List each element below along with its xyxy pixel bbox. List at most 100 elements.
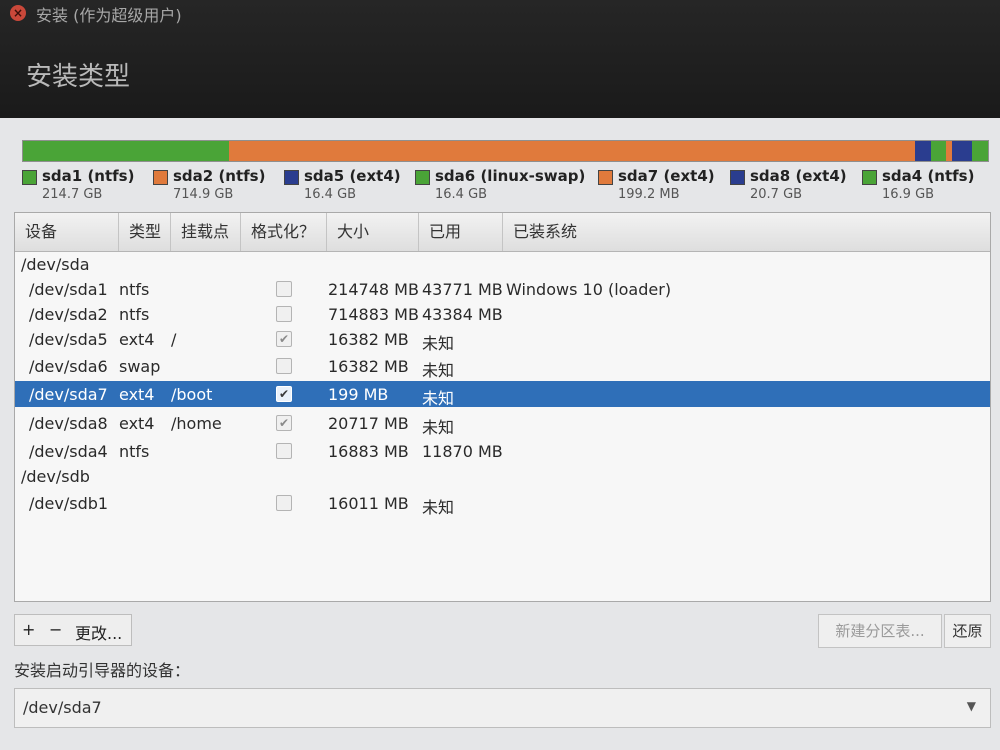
row-size: 16382 MB <box>328 330 409 349</box>
row-used: 43771 MB <box>422 280 503 299</box>
row-used: 43384 MB <box>422 305 503 324</box>
legend-swatch <box>22 170 37 185</box>
usage-segment-sda4 <box>971 141 988 161</box>
legend-swatch <box>153 170 168 185</box>
window-titlebar: × 安装 (作为超级用户) 安装类型 <box>0 0 1000 118</box>
partition-action-buttons: + − 更改... <box>14 614 132 646</box>
chevron-down-icon: ▼ <box>966 699 976 713</box>
row-device: /dev/sda4 <box>29 442 108 461</box>
row-device: /dev/sda2 <box>29 305 108 324</box>
row-device: /dev/sda8 <box>29 414 108 433</box>
legend-name: sda5 (ext4) <box>304 167 401 185</box>
new-partition-table-button[interactable]: 新建分区表... <box>818 614 942 648</box>
row-type: ext4 <box>119 414 155 433</box>
legend-size: 16.4 GB <box>304 187 357 202</box>
row-used: 未知 <box>422 389 455 408</box>
row-size: 16382 MB <box>328 357 409 376</box>
legend-size: 714.9 GB <box>173 187 234 202</box>
partition-usage-bar <box>22 140 989 162</box>
table-header: 设备 类型 挂载点 格式化？ 大小 已用 已装系统 <box>15 213 990 252</box>
legend-name: sda1 (ntfs) <box>42 167 135 185</box>
row-used: 未知 <box>422 418 455 437</box>
legend-swatch <box>598 170 613 185</box>
table-row[interactable]: /dev/sda7 ext4/boot 199 MB 未知 ✔ <box>15 381 990 408</box>
column-header-device[interactable]: 设备 <box>15 213 119 251</box>
row-used: 未知 <box>422 498 455 517</box>
legend-size: 214.7 GB <box>42 187 103 202</box>
row-type: ntfs <box>119 305 150 324</box>
legend-name: sda7 (ext4) <box>618 167 715 185</box>
column-header-mount[interactable]: 挂载点 <box>171 213 241 251</box>
table-row[interactable]: /dev/sda4 ntfs 16883 MB 11870 MB <box>15 438 990 464</box>
column-header-size[interactable]: 大小 <box>327 213 419 251</box>
change-partition-button[interactable]: 更改... <box>75 620 122 644</box>
format-checkbox[interactable] <box>276 306 292 322</box>
column-header-used[interactable]: 已用 <box>419 213 503 251</box>
row-size: 214748 MB <box>328 280 419 299</box>
row-device: /dev/sda6 <box>29 357 108 376</box>
legend-size: 16.9 GB <box>882 187 935 202</box>
table-row[interactable]: /dev/sdb <box>15 463 990 489</box>
table-row[interactable]: /dev/sda1 ntfs 214748 MB 43771 MB Windows 10… <box>15 276 990 302</box>
format-checkbox[interactable] <box>276 495 292 511</box>
row-size: 714883 MB <box>328 305 419 324</box>
usage-segment-sda1 <box>23 141 229 161</box>
format-checkbox[interactable] <box>276 358 292 374</box>
row-size: 16011 MB <box>328 494 409 513</box>
row-mount: /home <box>171 414 222 433</box>
row-mount: / <box>171 330 177 349</box>
window-title: 安装 (作为超级用户) <box>36 6 182 25</box>
legend-name: sda8 (ext4) <box>750 167 847 185</box>
usage-segment-sda6 <box>930 141 946 161</box>
page-title: 安装类型 <box>26 62 131 92</box>
column-header-format[interactable]: 格式化？ <box>241 213 327 251</box>
row-size: 20717 MB <box>328 414 409 433</box>
add-partition-button[interactable]: + <box>22 620 35 639</box>
usage-segment-sda2 <box>228 141 916 161</box>
table-row[interactable]: /dev/sda5 ext4 / 16382 MB 未知 ✔ <box>15 326 990 353</box>
close-icon[interactable]: × <box>10 5 26 21</box>
table-row[interactable]: /dev/sda2 ntfs 714883 MB 43384 MB <box>15 301 990 327</box>
revert-button[interactable]: 还原 <box>944 614 991 648</box>
legend-name: sda4 (ntfs) <box>882 167 975 185</box>
remove-partition-button[interactable]: − <box>49 620 62 639</box>
format-checkbox[interactable]: ✔ <box>276 386 292 402</box>
row-used: 11870 MB <box>422 442 503 461</box>
legend-swatch <box>284 170 299 185</box>
row-mount: /boot <box>171 385 213 404</box>
format-checkbox[interactable] <box>276 281 292 297</box>
row-system: Windows 10 (loader) <box>506 280 672 299</box>
legend-size: 16.4 GB <box>435 187 488 202</box>
table-row[interactable]: /dev/sda6 swap 16382 MB 未知 <box>15 353 990 380</box>
row-device: /dev/sda1 <box>29 280 108 299</box>
row-used: 未知 <box>422 334 455 353</box>
row-device: /dev/sda7 <box>29 385 108 404</box>
usage-segment-sda5 <box>915 141 931 161</box>
format-checkbox[interactable]: ✔ <box>276 415 292 431</box>
usage-segment-sda8 <box>951 141 972 161</box>
bootloader-device-select[interactable]: /dev/sda7 ▼ <box>14 688 991 728</box>
legend-size: 199.2 MB <box>618 187 680 202</box>
partition-table[interactable]: 设备 类型 挂载点 格式化？ 大小 已用 已装系统 /dev/sda/dev/s… <box>14 212 991 602</box>
row-device: /dev/sdb <box>21 467 90 486</box>
format-checkbox[interactable]: ✔ <box>276 331 292 347</box>
row-type: ext4 <box>119 330 155 349</box>
legend-name: sda2 (ntfs) <box>173 167 266 185</box>
format-checkbox[interactable] <box>276 443 292 459</box>
legend-swatch <box>862 170 877 185</box>
row-device: /dev/sdb1 <box>29 494 109 513</box>
row-type: ext4 <box>119 385 155 404</box>
table-row[interactable]: /dev/sda8 ext4/home 20717 MB 未知 ✔ <box>15 410 990 437</box>
legend-size: 20.7 GB <box>750 187 803 202</box>
table-row[interactable]: /dev/sdb1 16011 MB 未知 <box>15 490 990 517</box>
bootloader-device-label: 安装启动引导器的设备： <box>14 661 191 680</box>
column-header-type[interactable]: 类型 <box>119 213 171 251</box>
table-row[interactable]: /dev/sda <box>15 251 990 277</box>
row-type: ntfs <box>119 442 150 461</box>
bootloader-device-value: /dev/sda7 <box>23 698 102 717</box>
row-device: /dev/sda5 <box>29 330 108 349</box>
legend-name: sda6 (linux-swap) <box>435 167 586 185</box>
legend-swatch <box>730 170 745 185</box>
column-header-system[interactable]: 已装系统 <box>503 213 990 251</box>
row-device: /dev/sda <box>21 255 90 274</box>
